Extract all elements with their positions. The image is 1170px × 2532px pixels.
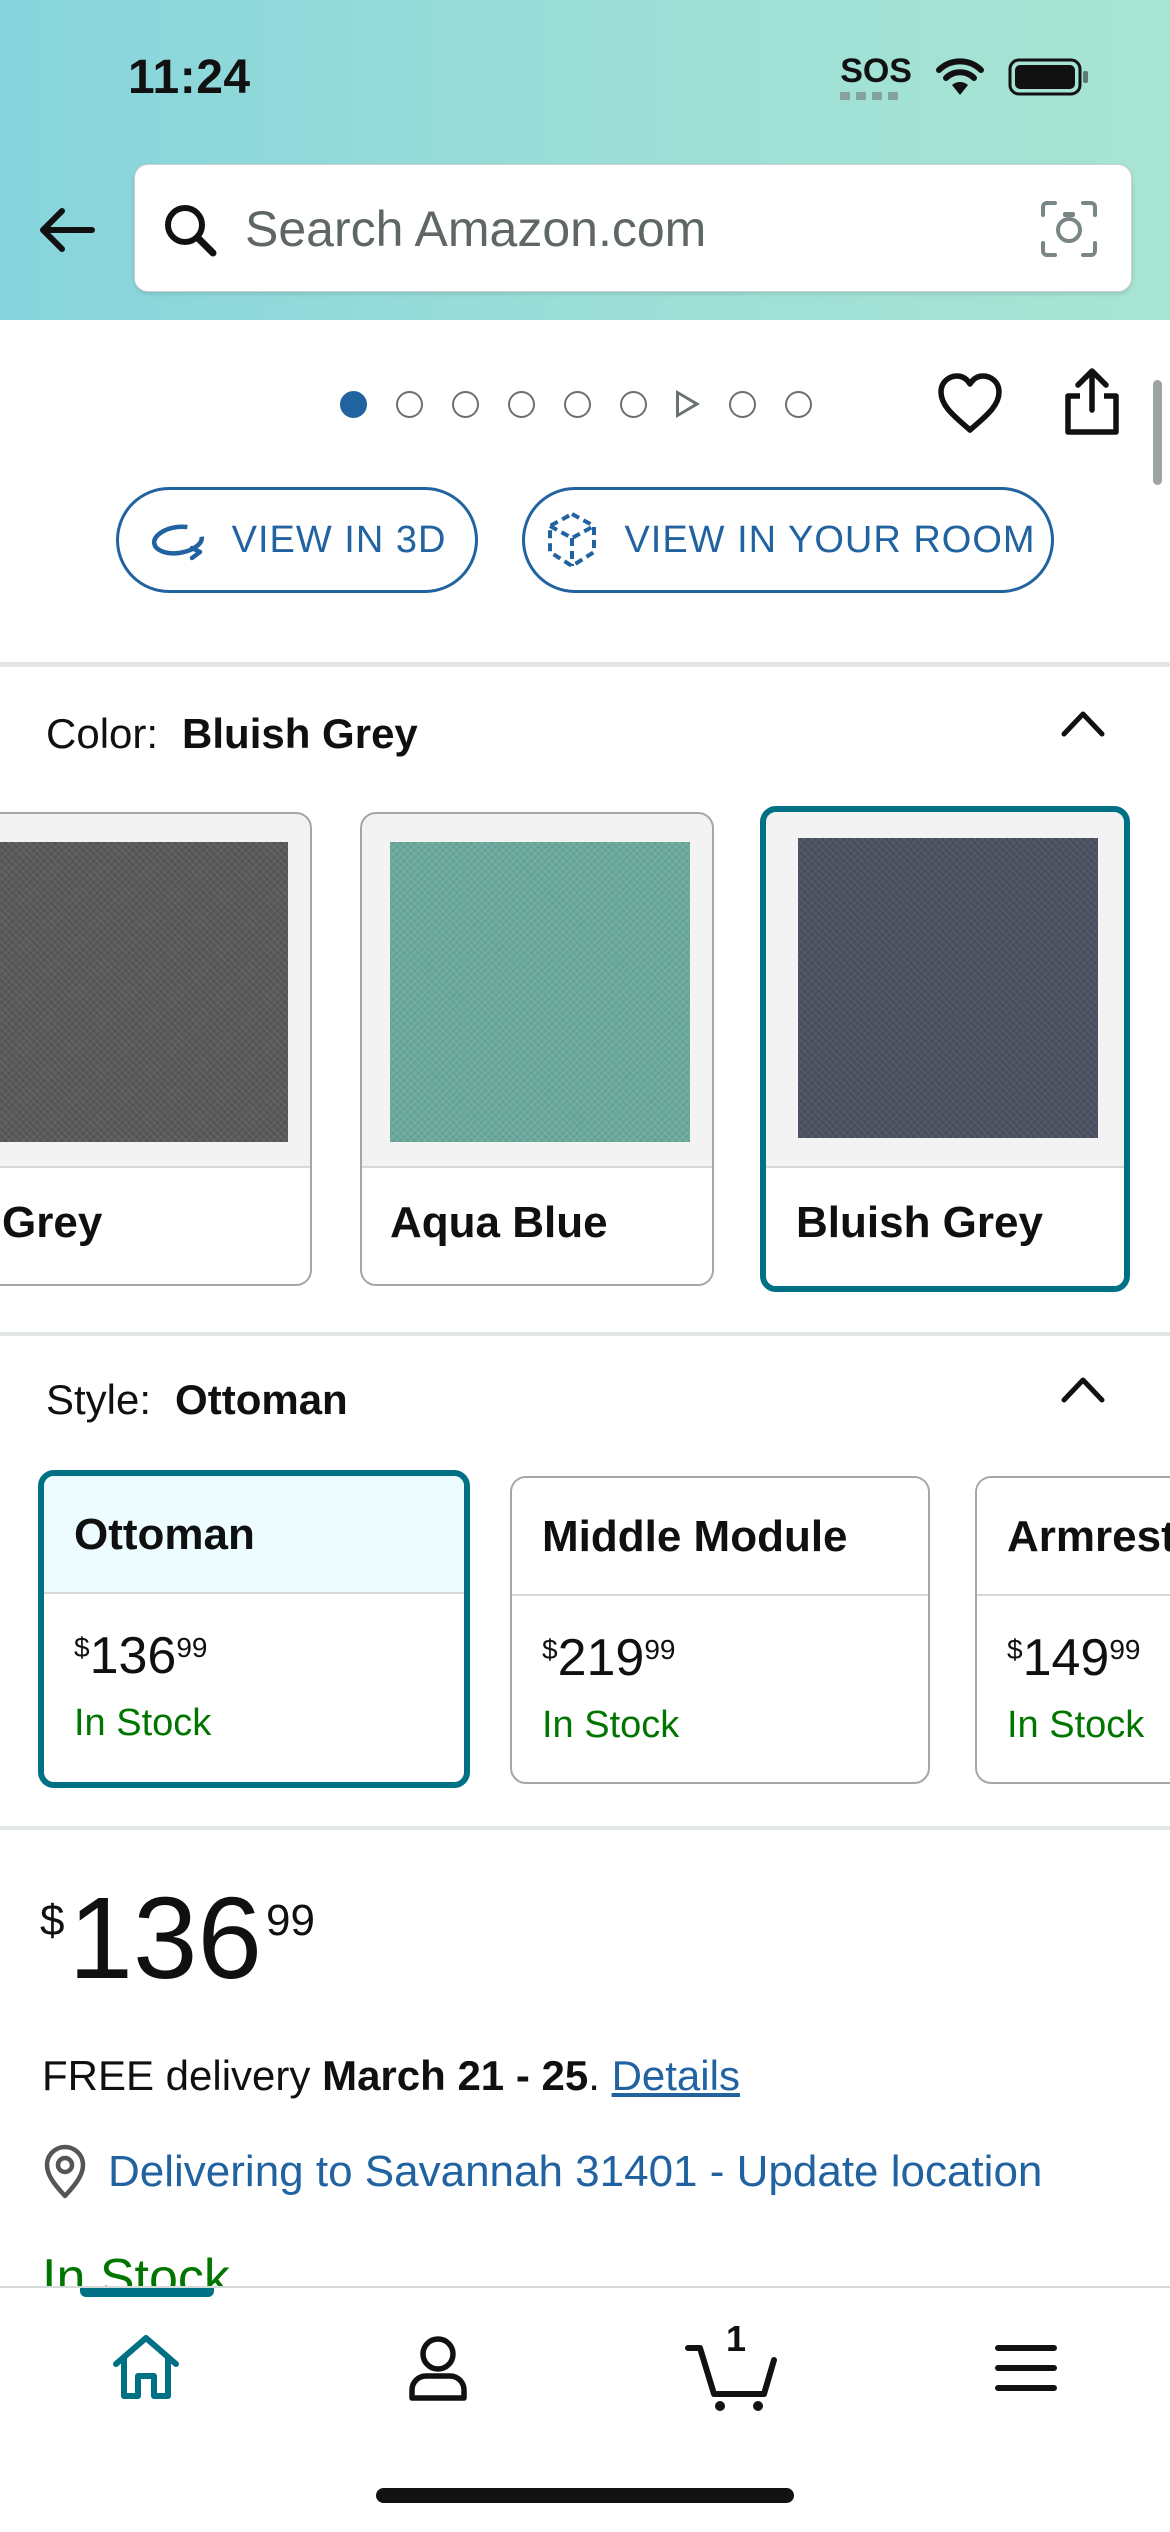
price-currency: $ bbox=[542, 1634, 558, 1665]
image-carousel-dots[interactable] bbox=[340, 384, 812, 424]
view-in-3d-button[interactable]: VIEW IN 3D bbox=[116, 487, 478, 593]
scrollbar[interactable] bbox=[1153, 380, 1162, 485]
color-option-label: Aqua Blue bbox=[390, 1198, 608, 1247]
style-option-name: Ottoman bbox=[74, 1510, 255, 1559]
swatch-label-area: Grey bbox=[0, 1166, 310, 1284]
style-option-header: Armrest bbox=[977, 1478, 1170, 1596]
style-option-price: $136 99 bbox=[74, 1626, 208, 1686]
search-bar[interactable] bbox=[134, 164, 1132, 292]
home-indicator[interactable] bbox=[376, 2488, 794, 2503]
selected-color-name: Bluish Grey bbox=[182, 710, 418, 757]
swatch-label-area: Aqua Blue bbox=[362, 1166, 712, 1284]
selected-style-name: Ottoman bbox=[175, 1376, 348, 1423]
style-selector-label: Style: Ottoman bbox=[46, 1376, 348, 1424]
price-cents: 99 bbox=[1109, 1634, 1141, 1665]
view-in-your-room-label: VIEW IN YOUR ROOM bbox=[624, 518, 1036, 561]
wishlist-heart-icon[interactable] bbox=[936, 370, 1004, 438]
signal-dots bbox=[840, 91, 901, 100]
search-input[interactable] bbox=[245, 187, 1005, 271]
color-selector-label: Color: Bluish Grey bbox=[46, 710, 418, 758]
color-option-grey[interactable]: Grey bbox=[0, 812, 312, 1286]
battery-icon bbox=[1008, 58, 1088, 96]
collapse-style-chevron-icon[interactable] bbox=[1060, 1374, 1106, 1404]
color-label: Color: bbox=[46, 710, 159, 757]
price-whole: 219 bbox=[557, 1629, 645, 1687]
carousel-dot[interactable] bbox=[452, 390, 479, 418]
price-whole: 149 bbox=[1022, 1629, 1110, 1687]
delivery-info: FREE delivery March 21 - 25. Details bbox=[42, 2052, 740, 2100]
style-option-name: Armrest bbox=[1007, 1512, 1170, 1561]
style-option-ottoman[interactable]: Ottoman $136 99 In Stock bbox=[38, 1470, 470, 1788]
section-divider bbox=[0, 1332, 1170, 1336]
collapse-color-chevron-icon[interactable] bbox=[1060, 708, 1106, 738]
home-icon[interactable] bbox=[106, 2328, 186, 2408]
color-option-label: Grey bbox=[2, 1198, 103, 1247]
style-option-header: Ottoman bbox=[44, 1476, 464, 1594]
account-icon[interactable] bbox=[398, 2328, 478, 2408]
search-icon bbox=[165, 205, 217, 257]
style-label: Style: bbox=[46, 1376, 152, 1423]
section-divider bbox=[0, 1826, 1170, 1830]
price-cents: 99 bbox=[176, 1632, 208, 1663]
price-currency: $ bbox=[74, 1632, 90, 1663]
style-option-name: Middle Module bbox=[542, 1512, 848, 1561]
delivery-location-link[interactable]: Delivering to Savannah 31401 - Update lo… bbox=[40, 2144, 1042, 2200]
delivery-suffix: . bbox=[588, 2052, 600, 2099]
swatch-label-area: Bluish Grey bbox=[766, 1166, 1124, 1286]
location-pin-icon bbox=[44, 2144, 86, 2199]
style-option-armrest[interactable]: Armrest $149 99 In Stock bbox=[975, 1476, 1170, 1784]
delivery-prefix: FREE delivery bbox=[42, 2052, 311, 2099]
delivery-dates: March 21 - 25 bbox=[322, 2052, 589, 2099]
color-swatch-image bbox=[798, 838, 1098, 1138]
color-swatch-image bbox=[390, 842, 690, 1142]
active-tab-indicator bbox=[80, 2288, 214, 2297]
rotate-3d-icon bbox=[151, 524, 204, 561]
wifi-icon bbox=[936, 58, 984, 95]
cart-count-badge: 1 bbox=[726, 2318, 747, 2359]
location-text: Delivering to Savannah 31401 - Update lo… bbox=[108, 2147, 1043, 2196]
sos-indicator: SOS bbox=[840, 51, 912, 100]
carousel-dot[interactable] bbox=[785, 390, 812, 418]
back-arrow-icon[interactable] bbox=[34, 198, 98, 262]
price-currency: $ bbox=[1007, 1634, 1023, 1665]
ar-cube-icon bbox=[548, 512, 597, 568]
style-option-stock: In Stock bbox=[1007, 1704, 1145, 1746]
carousel-dot[interactable] bbox=[564, 390, 591, 418]
style-option-header: Middle Module bbox=[512, 1478, 928, 1596]
carousel-dot[interactable] bbox=[620, 390, 647, 418]
sos-label: SOS bbox=[840, 51, 912, 90]
carousel-dot[interactable] bbox=[508, 390, 535, 418]
style-option-stock: In Stock bbox=[74, 1702, 212, 1744]
style-option-price: $149 99 bbox=[1007, 1628, 1141, 1688]
camera-search-icon[interactable] bbox=[1039, 199, 1099, 259]
carousel-dot[interactable] bbox=[340, 390, 367, 418]
video-play-icon[interactable] bbox=[676, 390, 700, 418]
share-icon[interactable] bbox=[1060, 366, 1124, 438]
style-option-stock: In Stock bbox=[542, 1704, 680, 1746]
color-swatch-image bbox=[0, 842, 288, 1142]
product-price: $ 136 99 bbox=[40, 1880, 315, 1996]
cart-button[interactable]: 1 bbox=[684, 2318, 784, 2412]
section-divider bbox=[0, 662, 1170, 667]
price-currency: $ bbox=[40, 1896, 65, 1945]
carousel-dot[interactable] bbox=[729, 390, 756, 418]
price-whole: 136 bbox=[89, 1627, 177, 1685]
price-cents: 99 bbox=[266, 1896, 315, 1945]
price-whole: 136 bbox=[68, 1873, 263, 2003]
menu-hamburger-icon[interactable] bbox=[986, 2328, 1066, 2408]
view-in-your-room-button[interactable]: VIEW IN YOUR ROOM bbox=[522, 487, 1054, 593]
color-option-bluish-grey[interactable]: Bluish Grey bbox=[760, 806, 1130, 1292]
color-option-aqua-blue[interactable]: Aqua Blue bbox=[360, 812, 714, 1286]
style-option-middle-module[interactable]: Middle Module $219 99 In Stock bbox=[510, 1476, 930, 1784]
price-cents: 99 bbox=[644, 1634, 676, 1665]
status-icons: SOS bbox=[840, 50, 1090, 104]
delivery-details-link[interactable]: Details bbox=[612, 2052, 740, 2099]
style-option-price: $219 99 bbox=[542, 1628, 676, 1688]
color-option-label: Bluish Grey bbox=[796, 1198, 1043, 1247]
status-time: 11:24 bbox=[128, 51, 251, 104]
carousel-dot[interactable] bbox=[396, 390, 423, 418]
view-in-3d-label: VIEW IN 3D bbox=[231, 518, 447, 561]
app-header: 11:24 SOS bbox=[0, 0, 1170, 320]
